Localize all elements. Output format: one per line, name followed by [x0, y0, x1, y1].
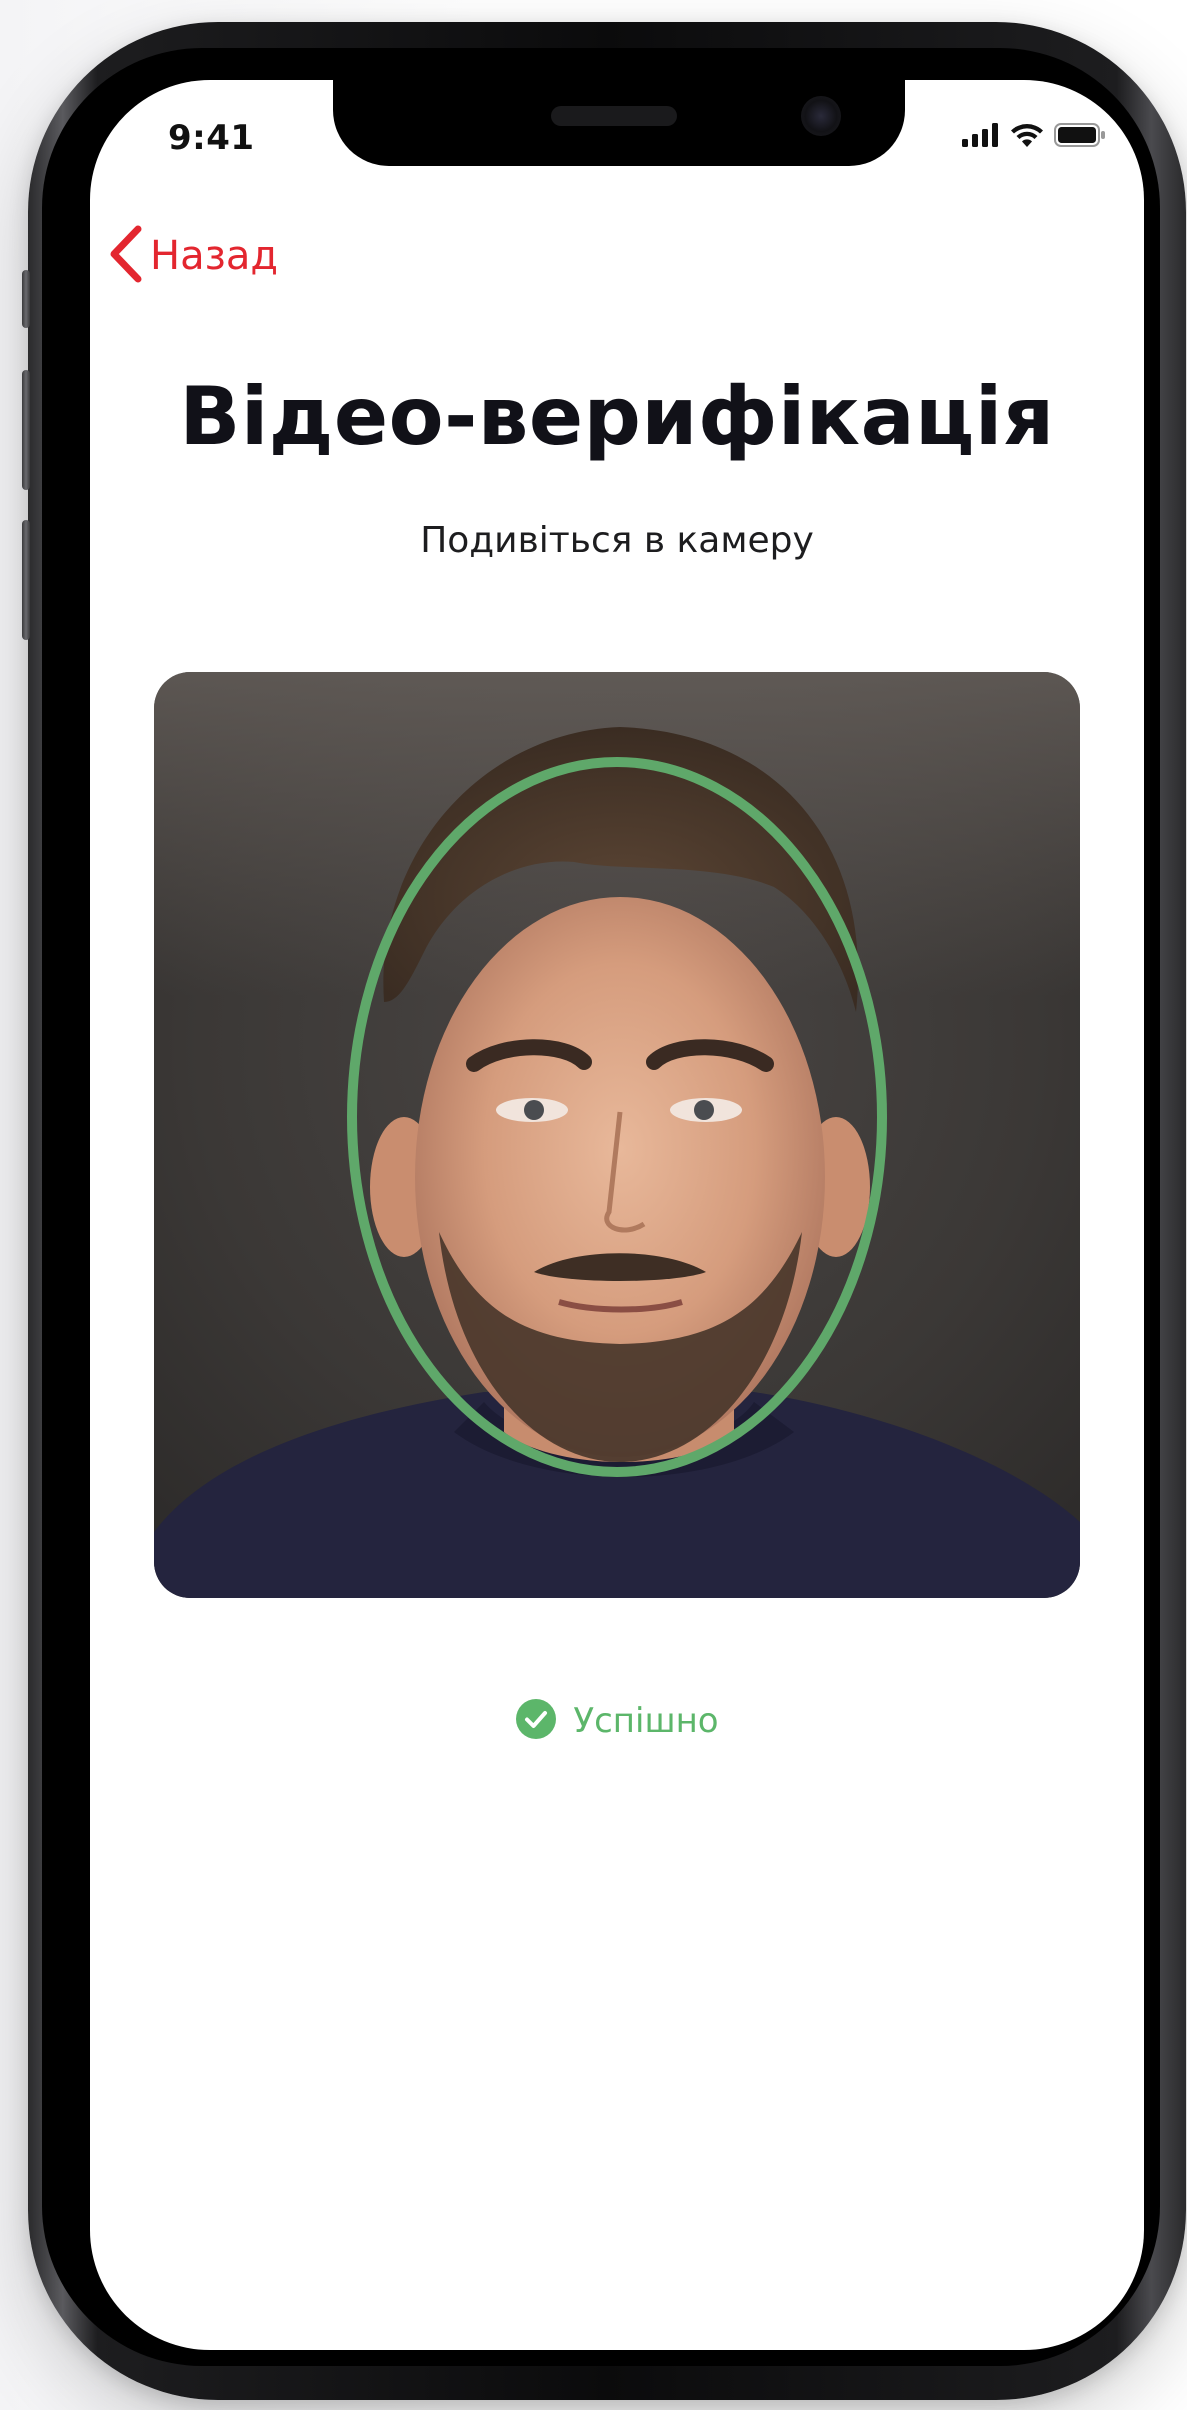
status-icons — [962, 122, 1106, 152]
camera-feed-image — [154, 672, 1080, 1598]
status-time: 9:41 — [168, 118, 255, 158]
volume-down-button — [22, 520, 30, 640]
cellular-signal-icon — [962, 123, 1000, 151]
page: 9:41 Назад Відео-верифікація Подивіться … — [0, 0, 1187, 2410]
silent-switch — [22, 270, 30, 328]
back-label: Назад — [150, 233, 279, 279]
chevron-left-icon — [108, 225, 144, 287]
page-subtitle: Подивіться в камеру — [420, 520, 814, 561]
page-title: Відео-верифікація — [179, 370, 1055, 463]
battery-icon — [1054, 123, 1106, 151]
front-camera — [801, 96, 841, 136]
wifi-icon — [1010, 122, 1044, 152]
volume-up-button — [22, 370, 30, 490]
speaker-grille — [551, 106, 677, 126]
camera-preview — [154, 672, 1080, 1598]
status-text: Успішно — [573, 1701, 719, 1741]
notch — [333, 80, 905, 166]
verification-status: Успішно — [90, 1698, 1144, 1744]
back-button[interactable]: Назад — [108, 225, 278, 287]
check-circle-icon — [515, 1698, 557, 1744]
screen: 9:41 Назад Відео-верифікація Подивіться … — [90, 80, 1144, 2350]
